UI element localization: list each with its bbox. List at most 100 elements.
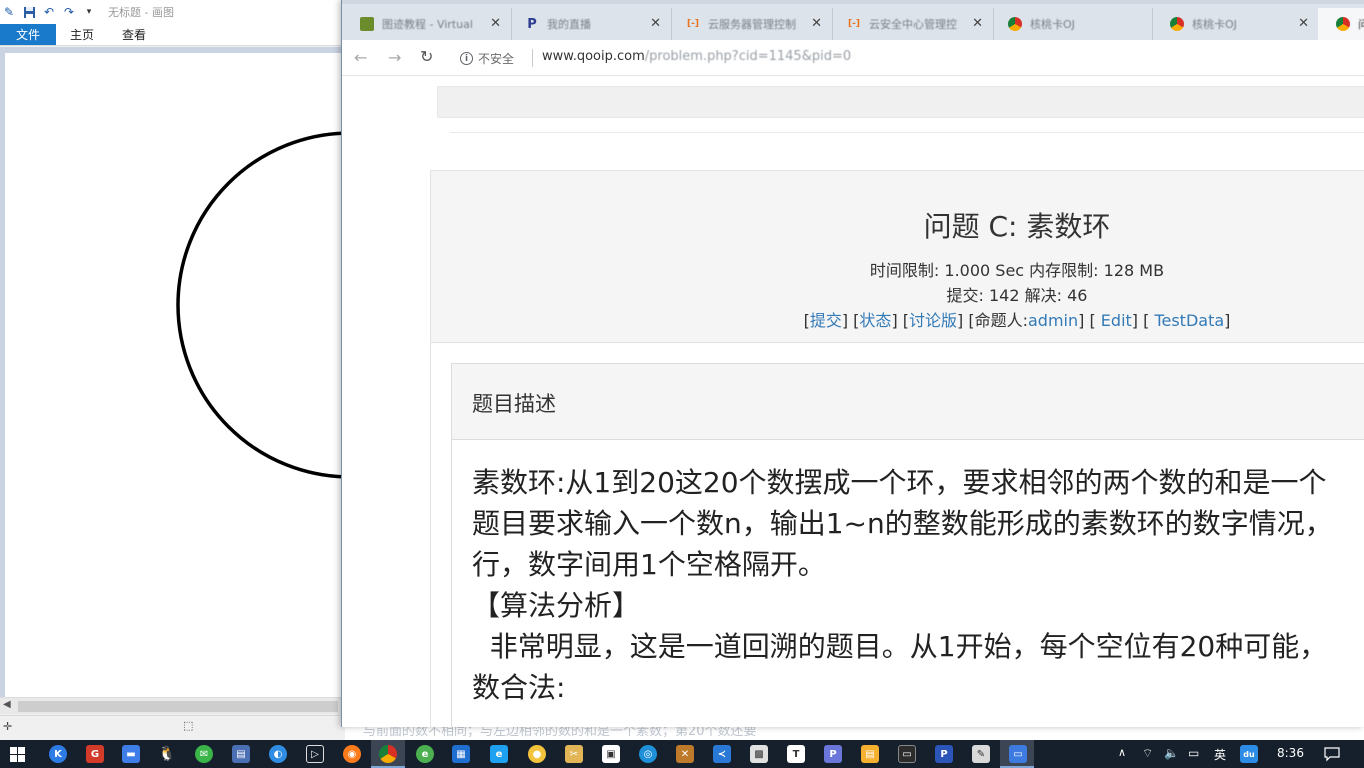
chrome-favicon-icon <box>1336 17 1350 31</box>
app-icon[interactable]: ▭ <box>1009 745 1027 763</box>
drawn-circle <box>176 131 345 479</box>
clock-time[interactable]: 8:36 <box>1277 746 1304 760</box>
edit-link[interactable]: Edit <box>1101 311 1132 330</box>
browser-tab-4[interactable]: [-] 云安全中心管理控 ✕ <box>829 8 994 40</box>
undo-icon[interactable]: ↶ <box>42 5 56 19</box>
app-icon[interactable]: ▤ <box>861 745 879 763</box>
scrollbar-thumb[interactable] <box>18 701 338 712</box>
tab-favicon-icon: [-] <box>848 19 860 29</box>
tab-close-icon[interactable]: ✕ <box>972 16 983 31</box>
paint-window-title: 无标题 - 画图 <box>108 6 174 19</box>
description-line: 数合法: <box>472 671 566 704</box>
app-icon[interactable]: ◎ <box>639 745 657 763</box>
chrome-icon[interactable] <box>379 745 397 763</box>
tab-close-icon[interactable]: ✕ <box>490 16 501 31</box>
back-arrow-icon[interactable]: ← <box>354 48 367 67</box>
selection-size-icon: ⬚ <box>183 719 194 732</box>
paint-window: ✎ ↶ ↷ ▾ 无标题 - 画图 文件 主页 查看 ◀ ✛ ⬚ <box>0 0 345 740</box>
app-icon[interactable]: P <box>935 745 953 763</box>
tab-close-icon[interactable]: ✕ <box>811 16 822 31</box>
paint-canvas[interactable] <box>5 53 345 697</box>
tab-title: 核桃卡OJ <box>1192 18 1237 31</box>
customize-quick-access-icon[interactable]: ▾ <box>82 5 96 19</box>
problem-links: [提交] [状态] [讨论版] [命题人:admin] [ Edit] [ Te… <box>803 311 1231 330</box>
paint-tab-home[interactable]: 主页 <box>56 24 108 45</box>
firefox-icon[interactable]: ◉ <box>343 745 361 763</box>
browser-tab-3[interactable]: [-] 云服务器管理控制 ✕ <box>668 8 833 40</box>
author-prefix: [命题人: <box>968 311 1028 330</box>
vscode-icon[interactable]: ≺ <box>713 745 731 763</box>
omnibox-divider <box>532 49 533 67</box>
app-icon[interactable]: ▩ <box>750 745 768 763</box>
browser-tab-7-active[interactable]: 问 <box>1318 8 1364 40</box>
save-icon[interactable] <box>22 5 36 19</box>
tab-favicon-icon: [-] <box>687 19 699 29</box>
paint-horizontal-scrollbar[interactable]: ◀ <box>0 697 345 714</box>
description-content: 素数环:从1到20这20个数摆成一个环，要求相邻的两个数的和是一个 题目要求输入… <box>452 440 1364 708</box>
reload-icon[interactable]: ↻ <box>420 47 433 66</box>
tray-overflow-icon[interactable]: ∧ <box>1118 746 1126 759</box>
forward-arrow-icon[interactable]: → <box>388 48 401 67</box>
cursor-position-icon: ✛ <box>3 720 13 733</box>
tab-title: 问 <box>1358 16 1364 32</box>
tab-close-icon[interactable]: ✕ <box>650 16 661 31</box>
tab-title: 云服务器管理控制 <box>708 18 796 31</box>
wechat-icon[interactable]: ✉ <box>195 745 213 763</box>
notification-center-icon[interactable] <box>1324 746 1340 762</box>
volume-icon[interactable]: 🔈 <box>1164 746 1179 760</box>
tab-favicon-icon: P <box>527 16 537 32</box>
paint-taskbar-icon[interactable]: ✎ <box>972 745 990 763</box>
app-icon[interactable]: G <box>86 745 104 763</box>
paint-tab-file[interactable]: 文件 <box>0 24 57 45</box>
app-icon[interactable]: ✂ <box>565 745 583 763</box>
browser-tab-6[interactable]: 核桃卡OJ ✕ <box>1152 8 1320 40</box>
description-line: 题目要求输入一个数n，输出1~n的整数能形成的素数环的数字情况， <box>472 507 1333 540</box>
paint-titlebar: ✎ ↶ ↷ ▾ 无标题 - 画图 <box>0 0 345 24</box>
site-security-indicator[interactable]: i 不安全 <box>460 50 514 67</box>
kugou-icon[interactable]: K <box>49 745 67 763</box>
app-icon[interactable]: ▣ <box>602 745 620 763</box>
scroll-left-icon[interactable]: ◀ <box>3 699 11 710</box>
app-icon[interactable]: ▭ <box>898 745 916 763</box>
redo-icon[interactable]: ↷ <box>62 5 76 19</box>
address-bar[interactable]: www.qooip.com/problem.php?cid=1145&pid=0 <box>542 49 851 64</box>
browser-tab-1[interactable]: 图迹教程 - Virtual ✕ <box>342 8 512 40</box>
paint-statusbar: ✛ ⬚ <box>0 715 345 740</box>
author-link[interactable]: admin <box>1028 311 1078 330</box>
app-icon[interactable]: ● <box>528 745 546 763</box>
app-icon[interactable]: ▤ <box>232 745 250 763</box>
forum-link[interactable]: 讨论版 <box>909 311 957 330</box>
paint-app-icon[interactable]: ✎ <box>2 5 16 19</box>
app-icon[interactable]: ▬ <box>122 745 140 763</box>
paint-tab-view[interactable]: 查看 <box>108 24 160 45</box>
baidu-ime-icon[interactable]: du <box>1240 745 1258 763</box>
app-icon[interactable]: e <box>416 745 434 763</box>
tab-close-icon[interactable]: ✕ <box>1298 16 1309 31</box>
edge-icon[interactable]: e <box>490 745 508 763</box>
ime-indicator[interactable]: 英 <box>1214 746 1226 763</box>
app-icon[interactable]: P <box>824 745 842 763</box>
app-icon[interactable]: T <box>787 745 805 763</box>
network-icon[interactable]: ⌔ <box>1142 746 1153 761</box>
status-link[interactable]: 状态 <box>859 311 891 330</box>
description-line: 行，数字间用1个空格隔开。 <box>472 548 826 581</box>
app-icon[interactable]: ▦ <box>452 745 470 763</box>
media-player-icon[interactable]: ▷ <box>306 745 324 763</box>
qq-icon[interactable]: 🐧 <box>158 745 176 763</box>
browser-tab-2[interactable]: P 我的直播 ✕ <box>507 8 672 40</box>
testdata-link[interactable]: TestData <box>1154 311 1224 330</box>
description-box: 题目描述 素数环:从1到20这20个数摆成一个环，要求相邻的两个数的和是一个 题… <box>451 363 1364 727</box>
windows-start-icon[interactable] <box>10 747 25 762</box>
tab-favicon-icon <box>360 17 374 31</box>
app-icon[interactable]: ◐ <box>269 745 287 763</box>
browser-tab-5[interactable]: 核桃卡OJ <box>990 8 1153 40</box>
chrome-favicon-icon <box>1008 17 1022 31</box>
chrome-favicon-icon <box>1170 17 1184 31</box>
paint-workspace <box>0 47 345 697</box>
problem-limits: 时间限制: 1.000 Sec 内存限制: 128 MB <box>869 261 1165 280</box>
problem-title: 问题 C: 素数环 <box>923 210 1111 243</box>
app-icon[interactable]: ✕ <box>676 745 694 763</box>
submit-link[interactable]: 提交 <box>810 311 842 330</box>
battery-icon[interactable]: ▭ <box>1188 746 1199 760</box>
description-line: 【算法分析】 <box>472 589 641 622</box>
